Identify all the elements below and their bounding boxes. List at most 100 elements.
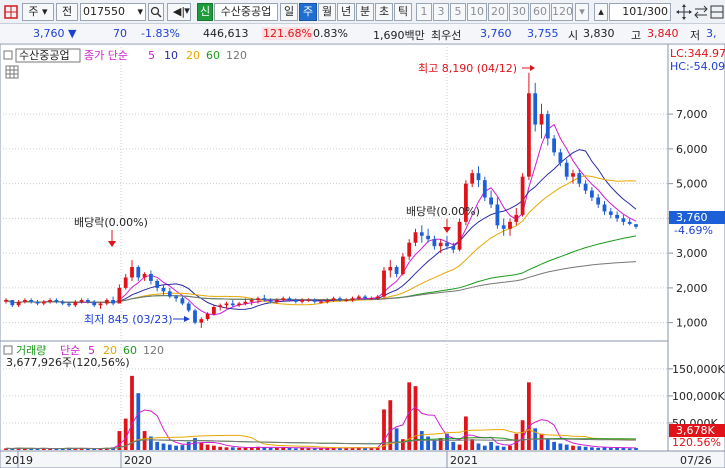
interval-30[interactable]: 30 [509, 3, 529, 21]
volume-bar [167, 444, 172, 450]
volume-bar [369, 448, 374, 450]
volume-bar [186, 441, 191, 450]
turnover-rate: 0.83% [313, 27, 348, 40]
volume-bar [621, 447, 626, 450]
candle-body [287, 298, 292, 301]
candle-body [470, 173, 475, 184]
volume-bar [476, 443, 481, 450]
market-select[interactable]: 주 ▾ [22, 3, 54, 21]
period-second[interactable]: 초 [375, 3, 393, 21]
price-tick-label: 5,000 [676, 178, 708, 191]
toolbar: 주 ▾ 전 017550 ▾ ◀| ▾ 신 수산중공업 일 주 월 년 분 초 틱… [0, 0, 725, 24]
candle-body [161, 287, 166, 292]
interval-10[interactable]: 10 [467, 3, 487, 21]
category-select-value: 전 [61, 5, 73, 18]
volume-bar [401, 439, 405, 450]
table-icon[interactable] [5, 65, 19, 79]
crosshair-icon[interactable] [675, 3, 693, 21]
stock-chart[interactable]: 수산중공업 종가 단순 5 10 20 60 120 거래량 단순 5 20 6… [0, 43, 725, 468]
period-week[interactable]: 주 [299, 3, 317, 21]
period-month[interactable]: 월 [318, 3, 336, 21]
interval-1[interactable]: 1 [416, 3, 432, 21]
candle-body [401, 256, 405, 274]
candle-body [104, 300, 109, 304]
count-input[interactable]: 101/300 [609, 3, 671, 21]
interval-5[interactable]: 5 [450, 3, 466, 21]
interval-60[interactable]: 60 [530, 3, 550, 21]
sound-dropdown[interactable]: ▾ [180, 3, 194, 21]
volume-bar [155, 441, 160, 450]
candle-body [41, 301, 46, 304]
period-tick[interactable]: 틱 [394, 3, 412, 21]
category-select[interactable]: 전 [56, 3, 78, 21]
lc-label: LC:344.97 [670, 47, 725, 60]
candle-body [338, 298, 342, 301]
price-tick-label: 3,000 [676, 247, 708, 260]
price-pane[interactable] [0, 43, 669, 342]
candle-body [363, 296, 367, 299]
annotation-high: 최고 8,190 (04/12) [418, 62, 517, 75]
candle-body [155, 280, 160, 288]
config-icon[interactable] [708, 3, 725, 21]
volume-bar [545, 439, 550, 450]
grid-menu-icon[interactable] [2, 3, 20, 21]
interval-3[interactable]: 3 [433, 3, 449, 21]
volume-bar [602, 447, 607, 450]
volume-bar [180, 445, 185, 450]
volume-bar [577, 446, 582, 450]
count-decrease[interactable]: ▴ [594, 3, 608, 21]
candle-body [186, 303, 191, 311]
candle-body [48, 300, 52, 302]
candle-body [180, 298, 185, 304]
x-tick-label-2019: 2019 [5, 454, 33, 467]
candle-body [356, 296, 361, 299]
chevron-down-icon: ▾ [579, 5, 585, 18]
interval-dropdown[interactable]: ▾ [575, 3, 589, 21]
candle-body [564, 162, 569, 177]
count-total: /300 [643, 5, 668, 18]
candle-body [369, 298, 374, 300]
interval-120[interactable]: 120 [551, 3, 573, 21]
candle-body [558, 152, 563, 163]
current-price: 3,760 ▼ [33, 27, 76, 40]
candle-body [35, 301, 40, 304]
interval-20[interactable]: 20 [488, 3, 508, 21]
volume-bar [552, 441, 556, 450]
candle-body [243, 301, 248, 304]
candle-body [413, 232, 418, 243]
candle-body [539, 114, 544, 125]
candle-body [533, 93, 538, 125]
period-day[interactable]: 일 [280, 3, 298, 21]
volume-bar [495, 445, 500, 450]
candle-body [382, 270, 386, 297]
volume-legend-ma-120: 120 [143, 344, 164, 357]
volume-bar [205, 444, 210, 450]
candle-body [325, 300, 330, 302]
candle-body [445, 242, 449, 247]
candle-body [130, 267, 134, 278]
chart-canvas[interactable]: 수산중공업 종가 단순 5 10 20 60 120 거래량 단순 5 20 6… [0, 43, 725, 468]
volume-bar [394, 428, 399, 450]
candle-body [79, 300, 84, 302]
candle-body [73, 301, 78, 306]
volume-bar [161, 443, 166, 450]
candle-body [375, 296, 380, 299]
legend-ma-label: 종가 단순 [84, 49, 128, 62]
search-button[interactable] [148, 3, 164, 21]
volume-tick-label: 150,000K [672, 363, 725, 376]
period-minute[interactable]: 분 [356, 3, 374, 21]
volume-bar [218, 446, 223, 450]
current-price-value: 3,760 [33, 27, 65, 40]
volume-bar [293, 448, 298, 450]
volume-tag-pct: 120.56% [672, 436, 721, 449]
period-year[interactable]: 년 [337, 3, 355, 21]
stock-code-input[interactable]: 017550 ▾ [80, 3, 146, 21]
price-change-pct: -1.83% [141, 27, 180, 40]
legend-ma-10: 10 [164, 49, 178, 62]
best-quote-label: 최우선 [431, 29, 462, 42]
price-tag-value: 3,760 [676, 211, 708, 224]
candle-body [212, 306, 216, 314]
volume-bar [608, 447, 613, 450]
volume-bar [230, 447, 235, 450]
candle-body [98, 303, 103, 306]
